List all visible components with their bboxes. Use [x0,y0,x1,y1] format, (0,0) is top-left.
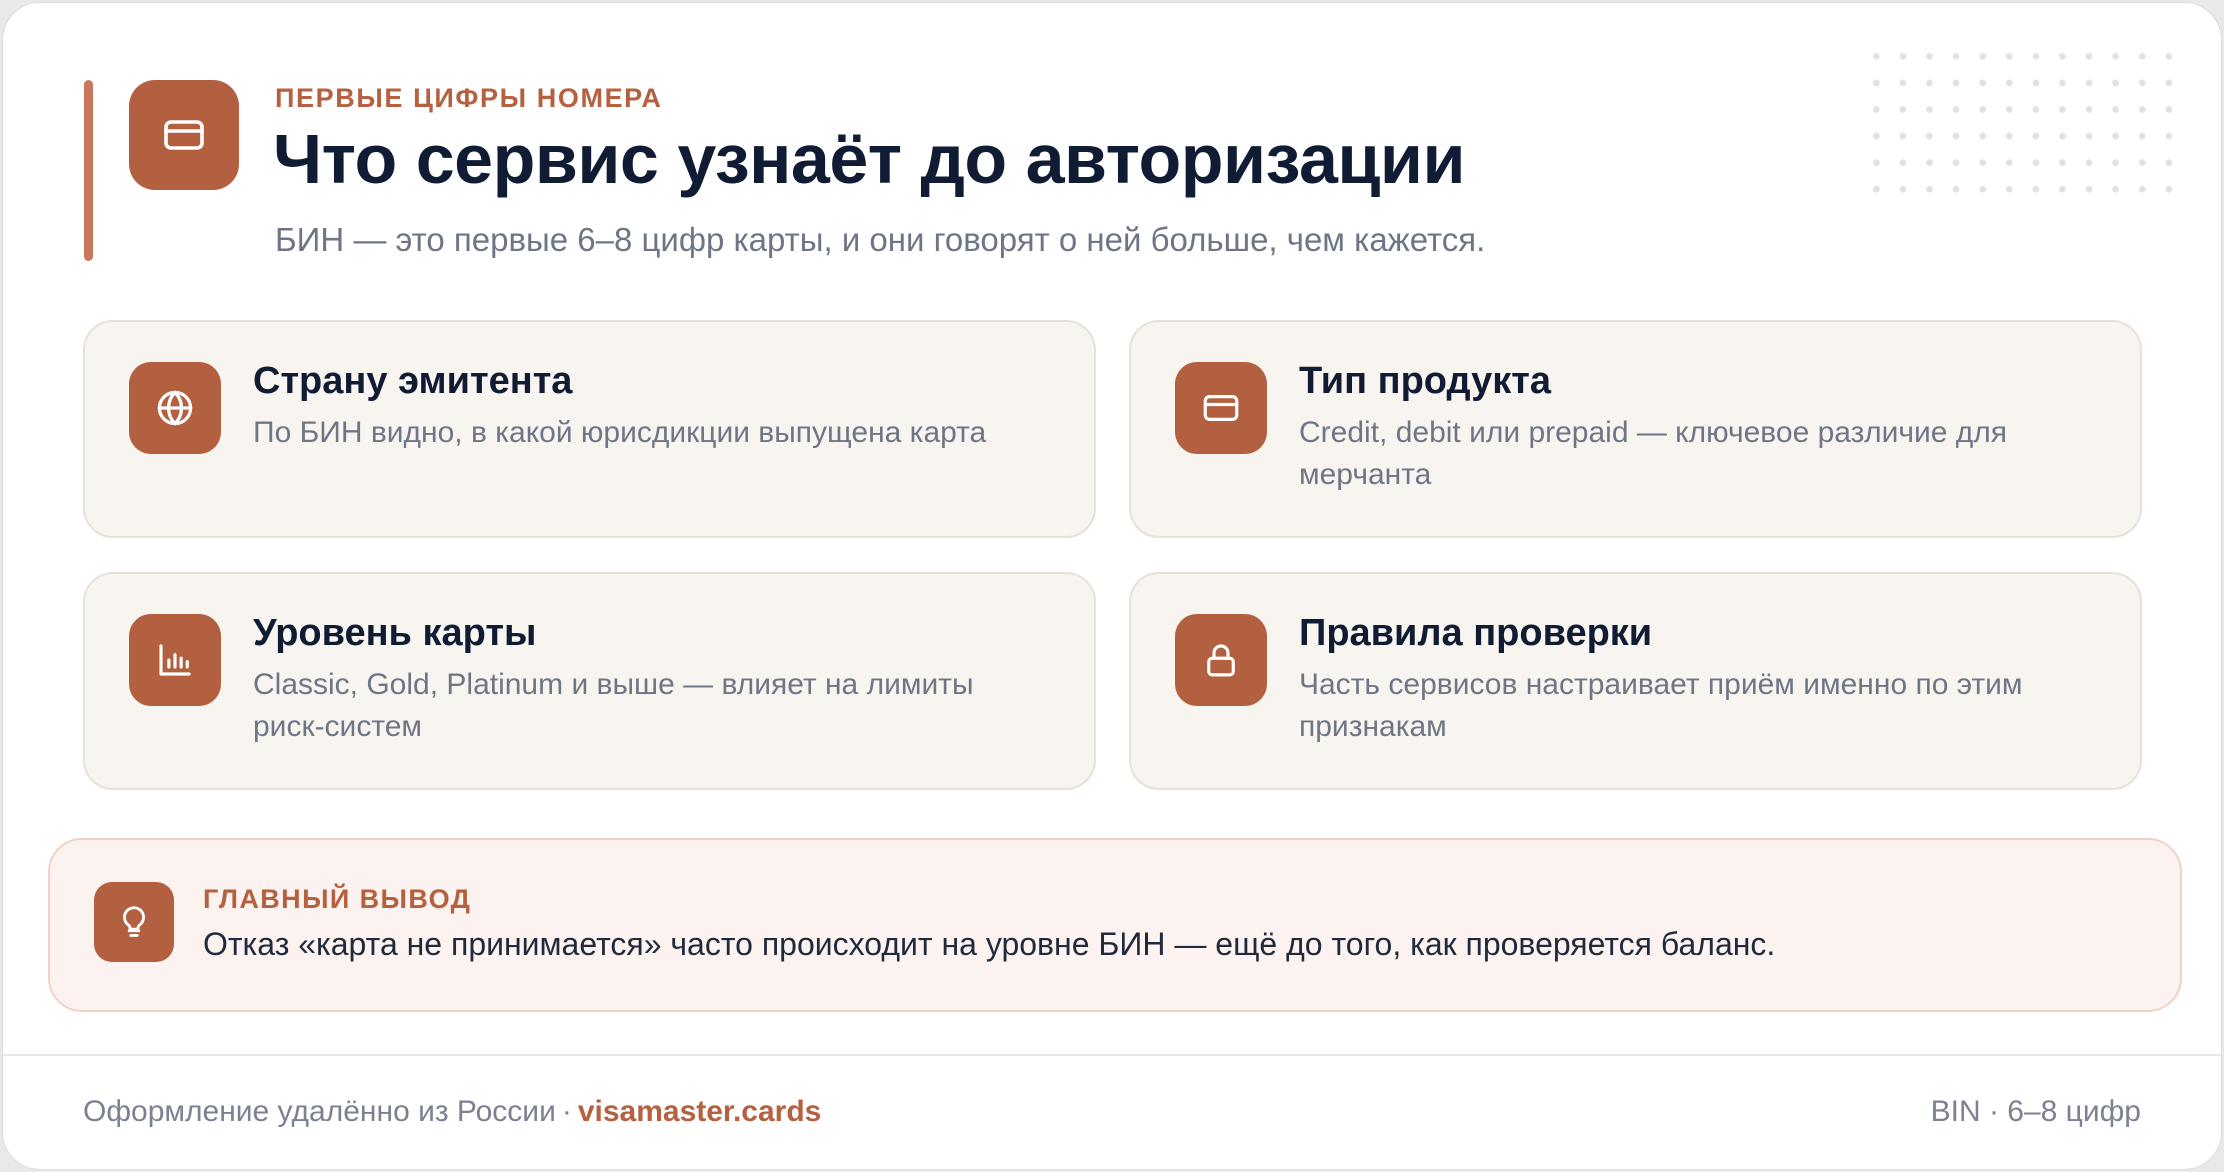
feature-card-product-type: Тип продукта Credit, debit или prepaid —… [1129,320,2142,538]
feature-description: Часть сервисов настраивает приём именно … [1299,668,2023,743]
feature-description: По БИН видно, в какой юрисдикции выпущен… [253,416,987,449]
credit-card-icon [129,80,239,190]
page-subtitle: БИН — это первые 6–8 цифр карты, и они г… [275,221,1486,258]
eyebrow-label: Первые цифры номера [275,83,663,113]
feature-title: Тип продукта [1299,360,1551,402]
feature-description: Classic, Gold, Platinum и выше — влияет … [253,668,974,743]
feature-title: Уровень карты [253,612,537,654]
footer-divider [3,1054,2221,1056]
footer-left: Оформление удалённо из России · visamaster… [83,1095,821,1129]
feature-card-card-level: Уровень карты Classic, Gold, Platinum и … [83,572,1096,790]
footer-site-link[interactable]: visamaster.cards [578,1095,822,1128]
feature-card-issuer-country: Страну эмитента По БИН видно, в какой юр… [83,320,1096,538]
dot-pattern-decoration [1863,43,2183,193]
footer-separator: · [561,1095,572,1128]
lightbulb-icon [94,882,174,962]
feature-card-check-rules: Правила проверки Часть сервисов настраив… [1129,572,2142,790]
globe-icon [129,362,221,454]
footer-left-text: Оформление удалённо из России [83,1095,556,1128]
feature-title: Правила проверки [1299,612,1653,654]
page-title: Что сервис узнаёт до авторизации [273,120,1465,198]
takeaway-text: Отказ «карта не принимается» часто проис… [203,926,1776,962]
accent-bar [84,80,93,261]
bar-chart-icon [129,614,221,706]
feature-title: Страну эмитента [253,360,573,402]
feature-description: Credit, debit или prepaid — ключевое раз… [1299,416,2007,491]
footer-right-text: BIN · 6–8 цифр [1930,1095,2141,1128]
lock-icon [1175,614,1267,706]
infographic-card: Первые цифры номера Что сервис узнаёт до… [2,2,2222,1170]
takeaway-label: Главный вывод [203,884,472,914]
credit-card-icon [1175,362,1267,454]
takeaway-callout: Главный вывод Отказ «карта не принимаетс… [48,838,2182,1012]
